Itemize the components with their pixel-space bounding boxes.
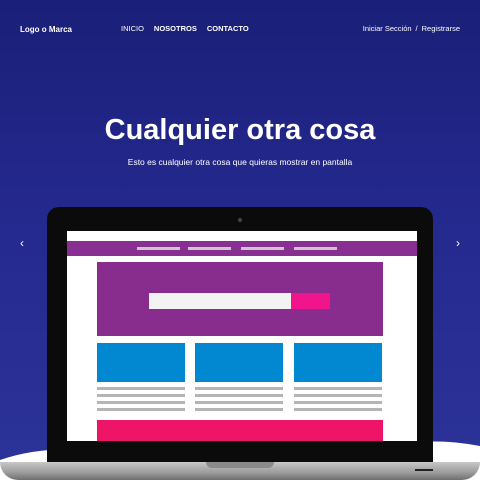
auth-links: Iniciar Sección / Registrarse <box>363 24 460 33</box>
mockup-text-line <box>294 387 382 390</box>
mockup-card <box>195 343 283 382</box>
mockup-text-line <box>195 401 283 404</box>
auth-separator: / <box>415 24 418 33</box>
laptop-screen-mockup <box>67 231 417 441</box>
chevron-right-icon[interactable]: › <box>456 236 460 250</box>
top-navbar: Logo o Marca INICIO NOSOTROS CONTACTO In… <box>0 0 480 58</box>
mockup-nav-link <box>241 247 284 250</box>
mockup-card <box>97 343 185 382</box>
mockup-hero <box>97 262 383 336</box>
mockup-search-button <box>291 293 330 309</box>
power-indicator-icon <box>415 469 433 471</box>
mockup-nav-link <box>188 247 231 250</box>
mockup-text-line <box>294 394 382 397</box>
mockup-navbar <box>67 241 417 256</box>
mockup-text-line <box>294 401 382 404</box>
main-menu: INICIO NOSOTROS CONTACTO <box>121 24 249 33</box>
mockup-card <box>294 343 382 382</box>
mockup-text-line <box>294 408 382 411</box>
mockup-nav-link <box>137 247 180 250</box>
mockup-footer <box>97 420 383 441</box>
mockup-text-line <box>97 401 185 404</box>
hero-title: Cualquier otra cosa <box>104 114 376 146</box>
mockup-nav-link <box>294 247 337 250</box>
mockup-text-line <box>195 408 283 411</box>
mockup-text-line <box>195 387 283 390</box>
laptop-notch <box>206 462 274 468</box>
chevron-left-icon[interactable]: ‹ <box>20 236 24 250</box>
login-link[interactable]: Iniciar Sección <box>363 24 412 33</box>
mockup-text-line <box>97 394 185 397</box>
mockup-search-bar <box>149 293 291 309</box>
register-link[interactable]: Registrarse <box>422 24 460 33</box>
nav-item-inicio[interactable]: INICIO <box>121 24 144 33</box>
nav-item-nosotros[interactable]: NOSOTROS <box>154 24 197 33</box>
camera-icon <box>238 218 242 222</box>
mockup-text-line <box>195 394 283 397</box>
mockup-text-line <box>97 387 185 390</box>
hero-subtitle: Esto es cualquier otra cosa que quieras … <box>127 157 353 167</box>
nav-item-contacto[interactable]: CONTACTO <box>207 24 249 33</box>
brand-logo[interactable]: Logo o Marca <box>20 25 72 34</box>
mockup-text-line <box>97 408 185 411</box>
